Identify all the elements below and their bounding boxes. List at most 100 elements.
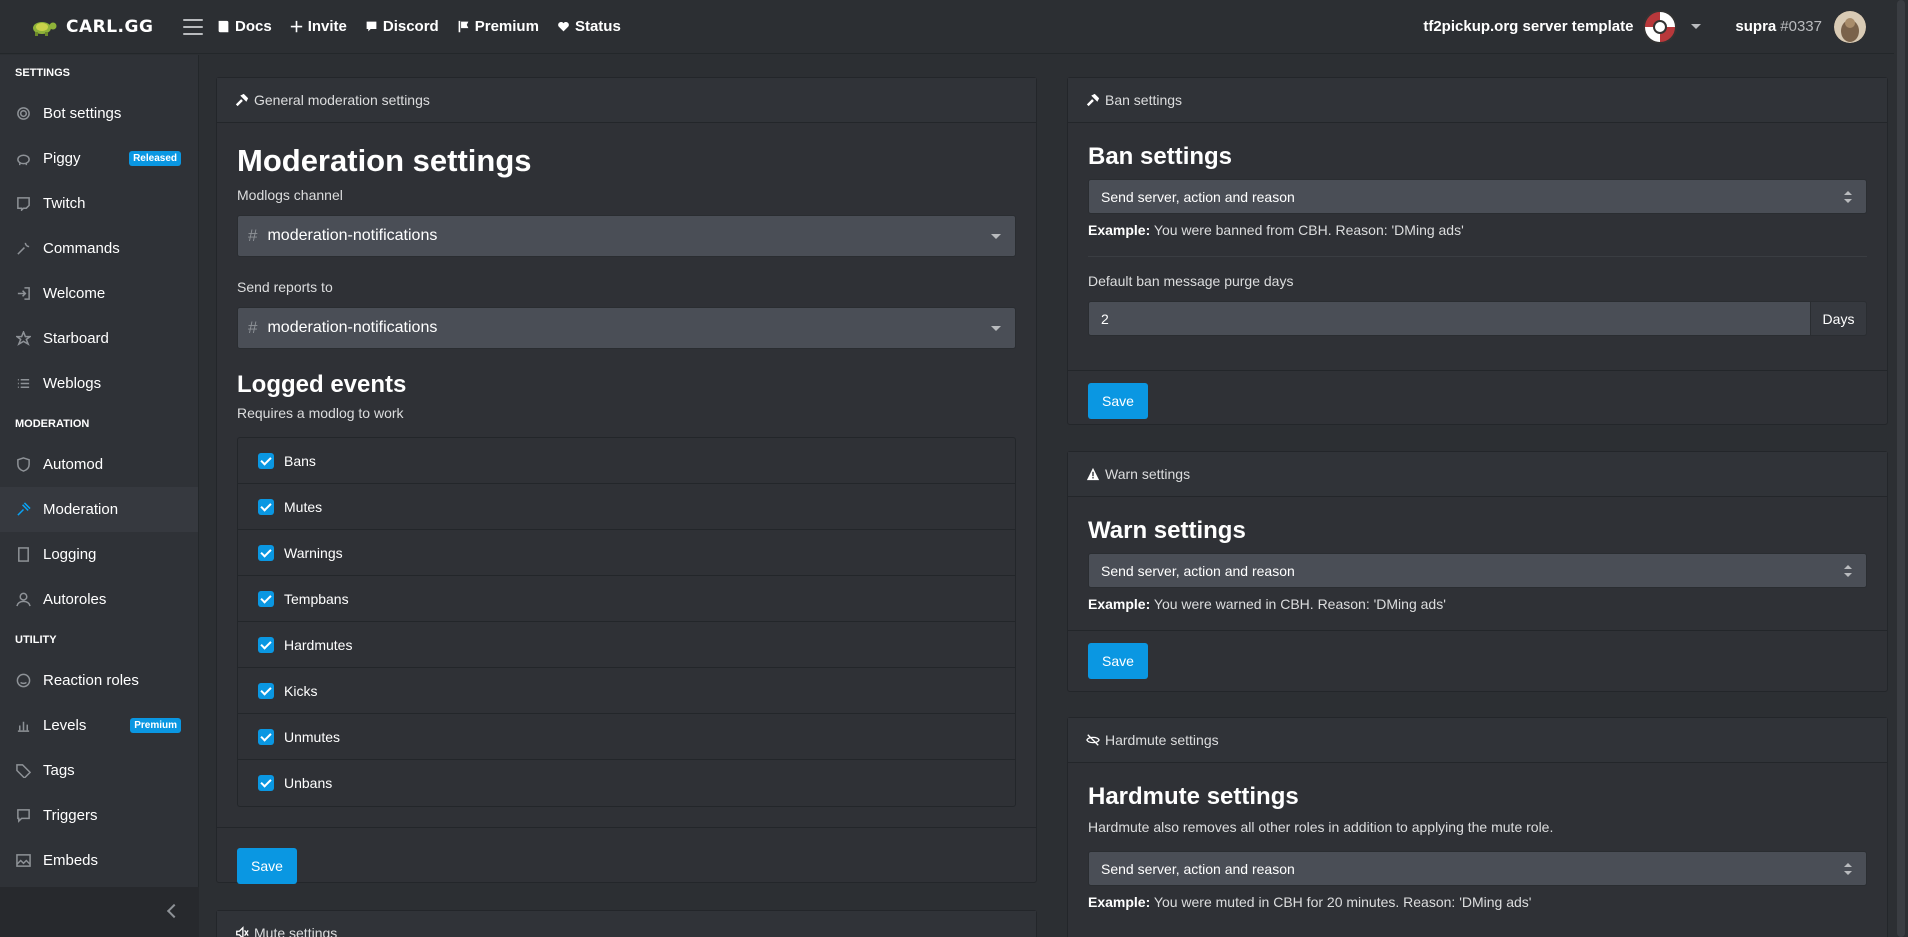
sidebar-item-piggy[interactable]: Piggy Released xyxy=(0,136,198,181)
sidebar-item-label: Bot settings xyxy=(43,105,122,122)
sidebar-item-label: Commands xyxy=(43,240,120,257)
save-button[interactable]: Save xyxy=(1088,383,1148,419)
brand[interactable]: CARL.GG xyxy=(0,0,199,54)
message-icon xyxy=(17,809,30,823)
event-row-unmutes[interactable]: Unmutes xyxy=(238,714,1015,760)
ban-message-value: Send server, action and reason xyxy=(1101,188,1295,205)
server-name[interactable]: tf2pickup.org server template xyxy=(1423,18,1633,35)
image-icon xyxy=(16,854,31,867)
logged-events-subtitle: Requires a modlog to work xyxy=(237,405,404,421)
hardmute-settings-title: Hardmute settings xyxy=(1088,783,1299,810)
status-link[interactable]: Status xyxy=(557,18,621,35)
save-button[interactable]: Save xyxy=(237,848,297,884)
sidebar-item-embeds[interactable]: Embeds xyxy=(0,838,198,883)
event-row-unbans[interactable]: Unbans xyxy=(238,760,1015,806)
menu-toggle-icon[interactable] xyxy=(183,18,203,35)
discord-link[interactable]: Discord xyxy=(365,18,439,35)
scrollbar-thumb[interactable] xyxy=(1897,0,1905,937)
sidebar-item-starboard[interactable]: Starboard xyxy=(0,316,198,361)
example-label: Example: xyxy=(1088,894,1151,910)
sidebar-item-commands[interactable]: Commands xyxy=(0,226,198,271)
logged-events-list: Bans Mutes Warnings Tempbans Hardmutes K… xyxy=(237,437,1016,807)
tempbans-checkbox[interactable] xyxy=(258,590,274,607)
chevron-down-icon xyxy=(991,326,1001,331)
sidebar-item-bot-settings[interactable]: Bot settings xyxy=(0,91,198,136)
example-text: You were warned in CBH. Reason: 'DMing a… xyxy=(1153,596,1446,612)
page-scrollbar[interactable] xyxy=(1894,0,1908,937)
sidebar: SETTINGS Bot settings Piggy Released Twi… xyxy=(0,55,199,937)
event-row-hardmutes[interactable]: Hardmutes xyxy=(238,622,1015,668)
hardmute-example: Example: You were muted in CBH for 20 mi… xyxy=(1088,894,1867,910)
sidebar-item-triggers[interactable]: Triggers xyxy=(0,793,198,838)
chevron-down-icon xyxy=(991,234,1001,239)
released-badge: Released xyxy=(129,151,181,166)
server-icon[interactable] xyxy=(1643,9,1678,44)
docs-link[interactable]: Docs xyxy=(217,18,272,35)
premium-badge: Premium xyxy=(130,718,181,733)
warn-message-select[interactable]: Send server, action and reason xyxy=(1088,553,1867,588)
sidebar-item-reaction-roles[interactable]: Reaction roles xyxy=(0,658,198,703)
sidebar-item-automod[interactable]: Automod xyxy=(0,442,198,487)
star-icon xyxy=(16,331,31,346)
unbans-checkbox[interactable] xyxy=(258,775,274,791)
sidebar-item-welcome[interactable]: Welcome xyxy=(0,271,198,316)
hardmute-message-select[interactable]: Send server, action and reason xyxy=(1088,851,1867,886)
purge-days-input[interactable]: 2 xyxy=(1088,301,1811,336)
discord-link-label: Discord xyxy=(382,18,439,35)
sidebar-item-tags[interactable]: Tags xyxy=(0,748,198,793)
sidebar-item-twitch[interactable]: Twitch xyxy=(0,181,198,226)
event-label: Unmutes xyxy=(284,728,341,745)
heart-icon xyxy=(558,21,569,32)
kicks-checkbox[interactable] xyxy=(258,682,274,699)
example-text: You were banned from CBH. Reason: 'DMing… xyxy=(1153,222,1464,238)
premium-link[interactable]: Premium xyxy=(457,18,539,35)
flag-icon xyxy=(458,20,469,33)
warnings-checkbox[interactable] xyxy=(258,544,274,561)
sidebar-item-label: Automod xyxy=(43,456,104,473)
event-row-bans[interactable]: Bans xyxy=(238,438,1015,484)
event-row-kicks[interactable]: Kicks xyxy=(238,668,1015,714)
sidebar-item-autoroles[interactable]: Autoroles xyxy=(0,577,198,622)
wrench-icon xyxy=(17,242,30,255)
event-row-tempbans[interactable]: Tempbans xyxy=(238,576,1015,622)
sidebar-item-moderation[interactable]: Moderation xyxy=(0,487,198,532)
sidebar-item-levels[interactable]: Levels Premium xyxy=(0,703,198,748)
sidebar-collapse-button[interactable] xyxy=(0,887,199,937)
event-label: Bans xyxy=(284,452,316,469)
event-row-warnings[interactable]: Warnings xyxy=(238,530,1015,576)
invite-link[interactable]: Invite xyxy=(290,18,347,35)
sidebar-section-utility: UTILITY xyxy=(15,634,57,646)
sidebar-item-logging[interactable]: Logging xyxy=(0,532,198,577)
brand-name: CARL.GG xyxy=(66,16,154,37)
card-header-title: Mute settings xyxy=(254,925,338,937)
ban-message-select[interactable]: Send server, action and reason xyxy=(1088,179,1867,214)
sidebar-item-label: Starboard xyxy=(43,330,109,347)
warn-settings-title: Warn settings xyxy=(1088,517,1246,544)
sidebar-item-label: Triggers xyxy=(43,807,98,824)
mutes-checkbox[interactable] xyxy=(258,498,274,515)
server-dropdown-caret-icon[interactable] xyxy=(1691,24,1702,29)
purge-days-group: 2 Days xyxy=(1088,301,1867,336)
sidebar-item-weblogs[interactable]: Weblogs xyxy=(0,361,198,406)
sidebar-item-label: Autoroles xyxy=(43,591,107,608)
hardmute-message-value: Send server, action and reason xyxy=(1101,860,1295,877)
hardmutes-checkbox[interactable] xyxy=(258,636,274,653)
discord-icon xyxy=(366,21,377,32)
avatar[interactable] xyxy=(1834,10,1866,43)
card-header: Mute settings xyxy=(217,911,1036,937)
unmutes-checkbox[interactable] xyxy=(258,728,274,745)
sidebar-item-label: Logging xyxy=(43,546,97,563)
reports-channel-select[interactable]: # moderation-notifications xyxy=(237,307,1016,349)
user-name[interactable]: supra xyxy=(1735,18,1776,35)
bans-checkbox[interactable] xyxy=(258,452,274,469)
modlogs-channel-select[interactable]: # moderation-notifications xyxy=(237,215,1016,257)
save-button[interactable]: Save xyxy=(1088,643,1148,679)
event-label: Hardmutes xyxy=(284,636,353,653)
event-label: Unbans xyxy=(284,775,333,791)
plus-icon xyxy=(290,20,302,33)
shield-icon xyxy=(17,457,30,472)
event-row-mutes[interactable]: Mutes xyxy=(238,484,1015,530)
modlogs-channel-value: moderation-notifications xyxy=(267,227,438,244)
card-header-title: Hardmute settings xyxy=(1105,732,1219,748)
gear-icon xyxy=(17,107,30,120)
